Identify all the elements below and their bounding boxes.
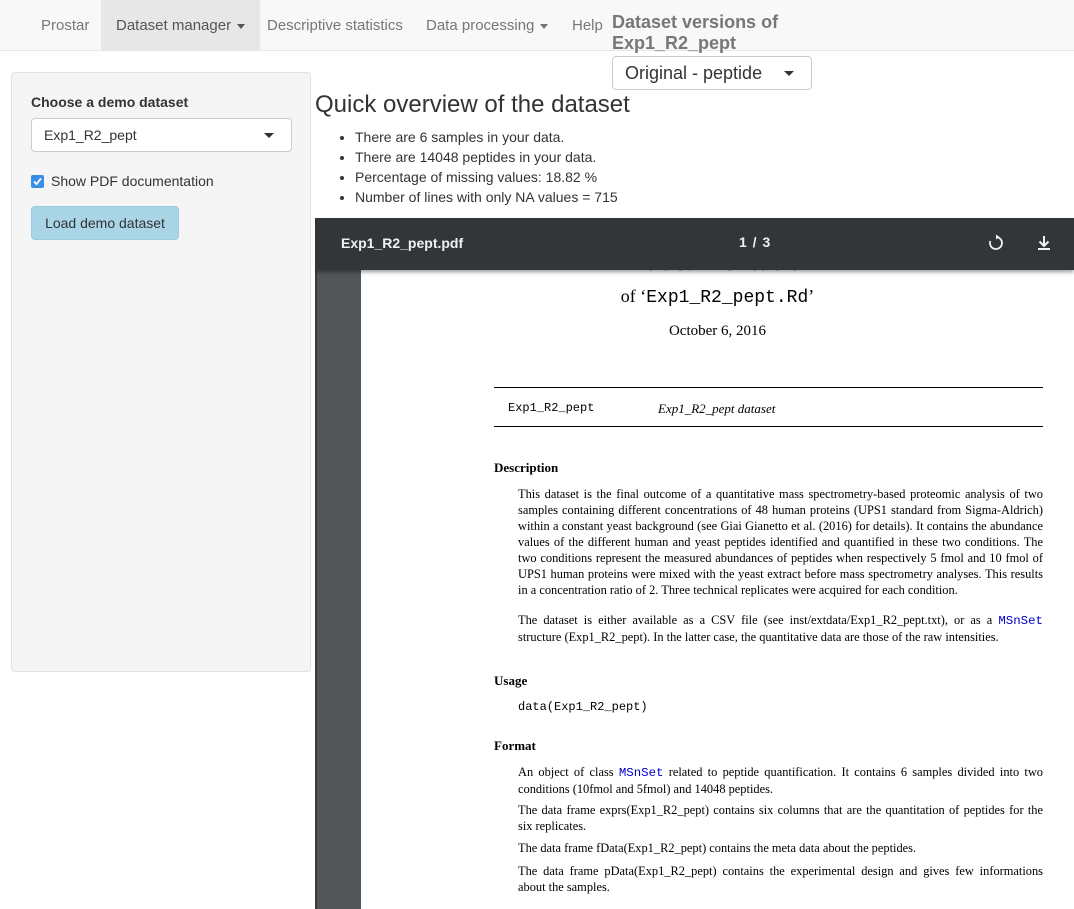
description-paragraph: The dataset is either available as a CSV… [518, 612, 1043, 645]
format-paragraph: An object of class MSnSet related to pep… [518, 764, 1043, 797]
demo-dataset-select[interactable]: Exp1_R2_pept [31, 118, 292, 152]
nav-dataset-manager[interactable]: Dataset manager [101, 0, 261, 51]
pdf-page-indicator: 1 / 3 [739, 234, 772, 250]
overview-item: Number of lines with only NA values = 71… [355, 187, 618, 207]
description-paragraph: This dataset is the final outcome of a q… [518, 487, 1043, 597]
doc-subtitle-code: Exp1_R2_pept.Rd [646, 288, 809, 308]
format-paragraph: The data frame pData(Exp1_R2_pept) conta… [518, 864, 1043, 894]
nav-data-processing-label: Data processing [426, 17, 535, 34]
topic-description: Exp1_R2_pept dataset [658, 401, 776, 416]
choose-dataset-label: Choose a demo dataset [31, 94, 189, 110]
show-pdf-checkbox[interactable] [31, 175, 44, 188]
caret-down-icon [237, 23, 246, 29]
nav-data-processing[interactable]: Data processing [411, 0, 563, 51]
doc-subtitle-suffix: ’ [808, 286, 815, 306]
checkmark-icon [33, 177, 42, 186]
nav-brand-prostar[interactable]: Prostar [26, 0, 104, 51]
pdf-toolbar: Exp1_R2_pept.pdf 1 / 3 [315, 218, 1074, 270]
show-pdf-label[interactable]: Show PDF documentation [51, 173, 214, 189]
overview-item: Percentage of missing values: 18.82 % [355, 167, 618, 187]
pdf-filename: Exp1_R2_pept.pdf [341, 235, 464, 251]
overview-title: Quick overview of the dataset [315, 91, 630, 118]
description-heading: Description [494, 460, 559, 475]
format-paragraph: The data frame fData(Exp1_R2_pept) conta… [518, 841, 917, 855]
msnset-link[interactable]: MSnSet [998, 614, 1043, 628]
topic-name: Exp1_R2_pept [508, 401, 595, 415]
dataset-version-selected: Original - peptide [625, 63, 763, 83]
divider [494, 426, 1043, 427]
rotate-icon[interactable] [987, 234, 1005, 257]
overview-list: There are 6 samples in your data. There … [315, 127, 618, 207]
usage-heading: Usage [494, 673, 528, 688]
sidebar-panel: Choose a demo dataset Exp1_R2_pept Show … [11, 72, 311, 672]
dataset-versions-label: Dataset versions of Exp1_R2_pept [612, 12, 779, 53]
download-icon[interactable] [1035, 234, 1053, 257]
chevron-down-icon [784, 71, 794, 76]
nav-dataset-manager-label: Dataset manager [116, 17, 232, 34]
pdf-scroll-edge [315, 270, 317, 909]
pdf-viewer[interactable]: Exp1_R2_pept.pdf 1 / 3 R documentation o… [315, 218, 1074, 909]
navbar: Prostar Dataset manager Descriptive stat… [0, 0, 1074, 51]
msnset-link[interactable]: MSnSet [619, 766, 664, 780]
overview-item: There are 14048 peptides in your data. [355, 147, 618, 167]
nav-descriptive-statistics[interactable]: Descriptive statistics [252, 0, 418, 51]
dataset-version-select[interactable]: Original - peptide [612, 56, 812, 90]
pdf-page: R documentation of ‘Exp1_R2_pept.Rd’ Oct… [361, 246, 1074, 909]
doc-subtitle-prefix: of ‘ [620, 286, 647, 306]
nav-help[interactable]: Help [557, 0, 618, 51]
format-heading: Format [494, 738, 536, 753]
divider [494, 387, 1043, 388]
overview-item: There are 6 samples in your data. [355, 127, 618, 147]
description-text: The dataset is either available as a CSV… [518, 613, 999, 627]
doc-date: October 6, 2016 [668, 323, 767, 339]
doc-subtitle: of ‘Exp1_R2_pept.Rd’ [361, 286, 1074, 308]
caret-down-icon [540, 23, 549, 29]
demo-dataset-selected: Exp1_R2_pept [44, 127, 137, 143]
description-text: structure (Exp1_R2_pept). In the latter … [518, 630, 999, 644]
load-demo-dataset-button[interactable]: Load demo dataset [31, 206, 179, 240]
usage-code: data(Exp1_R2_pept) [518, 700, 648, 714]
format-text: An object of class [518, 765, 619, 779]
format-paragraph: The data frame exprs(Exp1_R2_pept) conta… [518, 803, 1043, 833]
chevron-down-icon [264, 133, 274, 138]
